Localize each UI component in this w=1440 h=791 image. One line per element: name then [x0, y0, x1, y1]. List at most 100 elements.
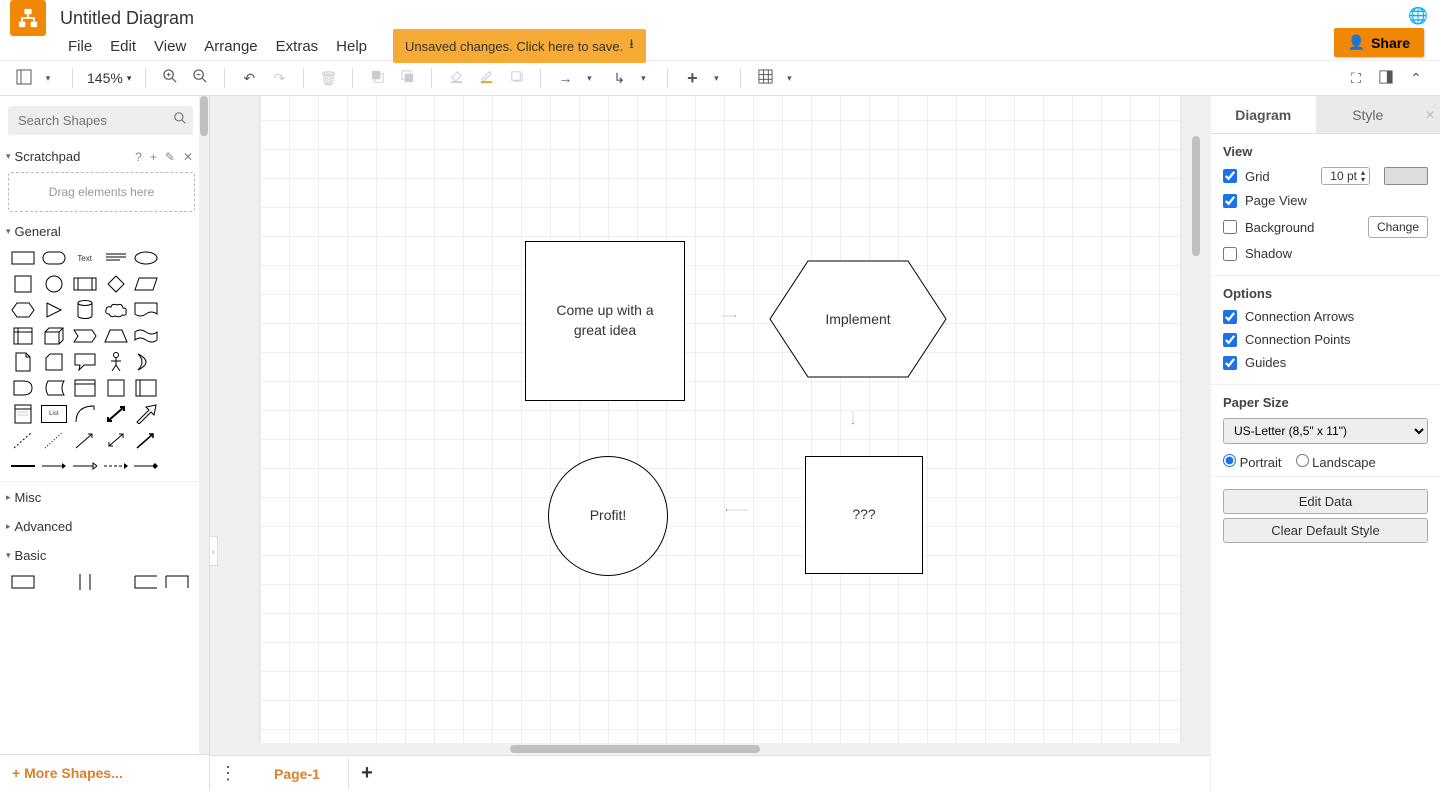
shape-list[interactable]	[10, 405, 36, 423]
language-icon[interactable]: 🌐	[1408, 6, 1428, 26]
node-question[interactable]: ???	[805, 456, 923, 574]
shape-parallelogram[interactable]	[133, 275, 159, 293]
insert-button[interactable]: +	[682, 68, 702, 89]
zoom-out-button[interactable]	[190, 69, 210, 87]
shape-hline[interactable]	[10, 457, 36, 475]
shape-rounded-rect[interactable]	[41, 249, 67, 267]
node-implement[interactable]: Implement	[768, 259, 948, 379]
category-advanced[interactable]: Advanced	[15, 519, 73, 534]
shape-basic-partial[interactable]	[133, 573, 159, 591]
fullscreen-button[interactable]: ⛶	[1346, 70, 1366, 87]
shape-curve[interactable]	[72, 405, 98, 423]
background-checkbox[interactable]	[1223, 220, 1237, 234]
shape-cylinder[interactable]	[72, 301, 98, 319]
connection-button[interactable]: →	[555, 70, 575, 86]
page-tab-1[interactable]: Page-1	[246, 758, 349, 790]
shape-hexagon[interactable]	[10, 301, 36, 319]
shape-and[interactable]	[10, 379, 36, 397]
shape-process[interactable]	[72, 275, 98, 293]
add-page-button[interactable]: +	[349, 762, 385, 785]
view-mode-button[interactable]	[14, 69, 34, 88]
shape-basic-rect[interactable]	[10, 573, 36, 591]
pages-menu-button[interactable]: ⋮	[210, 763, 246, 784]
delete-button[interactable]: 🗑	[318, 70, 338, 87]
shape-card[interactable]	[41, 353, 67, 371]
zoom-level[interactable]: 145%▾	[87, 70, 131, 86]
shape-actor[interactable]	[103, 353, 129, 371]
connection-points-checkbox[interactable]	[1223, 333, 1237, 347]
format-panel-toggle[interactable]	[1376, 70, 1396, 87]
page-view-checkbox[interactable]	[1223, 194, 1237, 208]
scratchpad-close[interactable]: ✕	[183, 150, 193, 164]
change-background-button[interactable]: Change	[1368, 216, 1428, 238]
shape-ellipse[interactable]	[133, 249, 159, 267]
node-idea[interactable]: Come up with a great idea	[525, 241, 685, 401]
chevron-down-icon[interactable]: ▾	[633, 73, 653, 84]
chevron-down-icon[interactable]: ▾	[579, 73, 599, 84]
shape-or[interactable]	[133, 353, 159, 371]
document-title[interactable]: Untitled Diagram	[60, 8, 194, 29]
shape-container2[interactable]	[103, 379, 129, 397]
shape-diamond[interactable]	[103, 275, 129, 293]
chevron-down-icon[interactable]: ▾	[779, 73, 799, 84]
waypoints-button[interactable]: ↳	[609, 70, 629, 87]
paper-size-select[interactable]: US-Letter (8,5" x 11")	[1223, 418, 1428, 444]
shape-triangle[interactable]	[41, 301, 67, 319]
shape-tape[interactable]	[133, 327, 159, 345]
zoom-in-button[interactable]	[160, 69, 180, 87]
sidebar-collapse-handle[interactable]: ‹	[210, 536, 218, 566]
shape-hline-arrow2[interactable]	[72, 457, 98, 475]
shape-note[interactable]	[10, 353, 36, 371]
line-color-button[interactable]	[476, 69, 496, 87]
chevron-down-icon[interactable]: ▾	[6, 226, 11, 237]
share-button[interactable]: 👤 Share	[1334, 28, 1424, 57]
redo-button[interactable]: ↷	[269, 70, 289, 87]
menu-view[interactable]: View	[154, 38, 186, 55]
fill-color-button[interactable]	[446, 69, 466, 87]
chevron-down-icon[interactable]: ▾	[6, 550, 11, 561]
shape-hline-diamond[interactable]	[133, 457, 159, 475]
menu-file[interactable]: File	[68, 38, 92, 55]
node-profit[interactable]: Profit!	[548, 456, 668, 576]
guides-checkbox[interactable]	[1223, 356, 1237, 370]
shape-document[interactable]	[133, 301, 159, 319]
scratchpad-dropzone[interactable]: Drag elements here	[8, 172, 195, 212]
edge-question-profit[interactable]	[668, 509, 806, 511]
edge-implement-question[interactable]	[852, 379, 854, 457]
menu-extras[interactable]: Extras	[276, 38, 319, 55]
collapse-button[interactable]: ⌃	[1406, 70, 1426, 87]
undo-button[interactable]: ↶	[239, 70, 259, 87]
grid-checkbox[interactable]	[1223, 169, 1237, 183]
chevron-right-icon[interactable]: ▸	[6, 492, 11, 503]
shape-data-storage[interactable]	[41, 379, 67, 397]
portrait-radio[interactable]: Portrait	[1223, 454, 1282, 470]
search-shapes-input[interactable]	[8, 106, 193, 135]
to-front-button[interactable]	[367, 69, 387, 87]
shadow-checkbox[interactable]	[1223, 247, 1237, 261]
menu-arrange[interactable]: Arrange	[204, 38, 257, 55]
shape-hline-arrow[interactable]	[41, 457, 67, 475]
shape-bidir-arrow[interactable]	[103, 405, 129, 423]
scratchpad-edit[interactable]: ✎	[165, 150, 175, 164]
shape-bidir-line[interactable]	[103, 431, 129, 449]
shape-list2[interactable]: List	[41, 405, 67, 423]
app-logo[interactable]	[10, 0, 46, 36]
table-button[interactable]	[755, 69, 775, 87]
close-panel-button[interactable]: ✕	[1420, 96, 1440, 133]
canvas-v-scrollbar[interactable]	[1201, 96, 1211, 791]
scratchpad-add[interactable]: +	[150, 150, 157, 164]
menu-edit[interactable]: Edit	[110, 38, 136, 55]
shape-container3[interactable]	[133, 379, 159, 397]
menu-help[interactable]: Help	[336, 38, 367, 55]
shape-dashed-line[interactable]	[10, 431, 36, 449]
chevron-down-icon[interactable]: ▾	[38, 73, 58, 84]
shape-rectangle[interactable]	[10, 249, 36, 267]
shape-step[interactable]	[72, 327, 98, 345]
tab-style[interactable]: Style	[1316, 96, 1421, 133]
category-general[interactable]: General	[15, 224, 61, 239]
to-back-button[interactable]	[397, 69, 417, 87]
search-icon[interactable]	[174, 112, 187, 128]
more-shapes-button[interactable]: + More Shapes...	[0, 754, 209, 791]
edit-data-button[interactable]: Edit Data	[1223, 489, 1428, 514]
edge-idea-implement[interactable]	[685, 315, 773, 317]
